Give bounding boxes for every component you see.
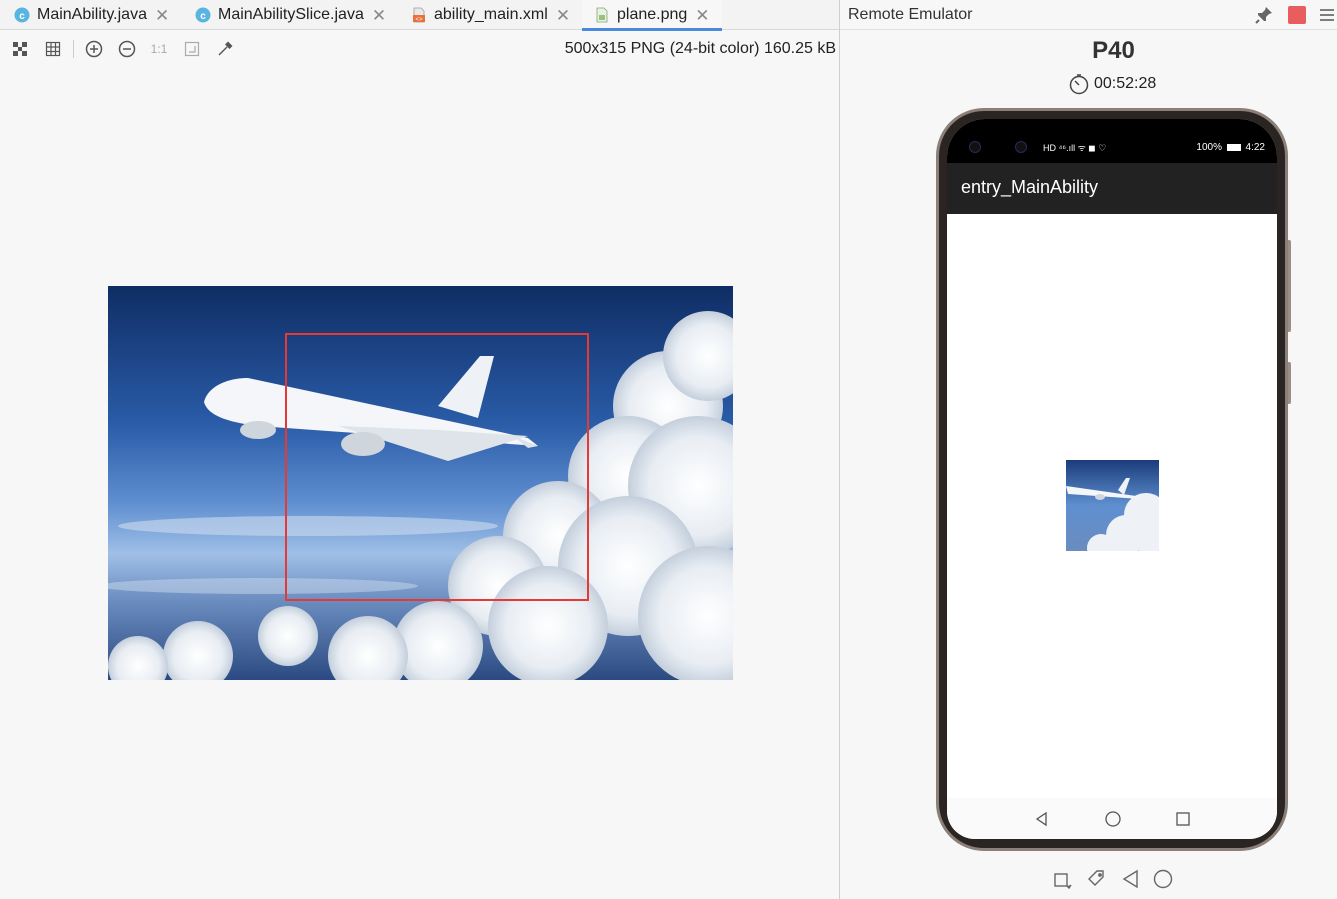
status-time: 4:22: [1245, 142, 1265, 153]
tab-label: MainAbilitySlice.java: [218, 6, 364, 23]
toolbar-divider: [73, 40, 74, 58]
phone-screen[interactable]: HD ⁴⁶.ıll ᯤ ◼ ♡ 100% 4:22 entry_MainAbil…: [947, 119, 1277, 839]
tab-mainability-java[interactable]: c MainAbility.java ✕: [14, 0, 169, 30]
timer-icon: [1068, 73, 1090, 95]
image-canvas: [0, 67, 839, 899]
emulator-title-bar: Remote Emulator: [840, 0, 1337, 30]
panel-title: Remote Emulator: [848, 6, 973, 23]
cropped-plane-image: [1066, 460, 1159, 551]
status-right: 100% 4:22: [1196, 142, 1265, 153]
phone-frame: HD ⁴⁶.ıll ᯤ ◼ ♡ 100% 4:22 entry_MainAbil…: [936, 108, 1288, 851]
app-bar: entry_MainAbility: [947, 163, 1277, 214]
timer-value: 00:52:28: [1094, 75, 1157, 92]
battery-level: 100%: [1196, 142, 1222, 153]
device-back-icon[interactable]: [1120, 868, 1142, 890]
remote-emulator-panel: Remote Emulator P40 00:52:28 HD ⁴⁶.ıll ᯤ…: [840, 0, 1337, 899]
fit-zoom-icon[interactable]: [10, 39, 30, 59]
actual-size-button[interactable]: 1:1: [149, 39, 169, 59]
svg-text:c: c: [200, 11, 206, 22]
close-icon[interactable]: ✕: [556, 7, 570, 24]
tab-mainabilityslice-java[interactable]: c MainAbilitySlice.java ✕: [195, 0, 386, 30]
back-icon[interactable]: [1033, 810, 1051, 828]
stop-icon[interactable]: [1288, 6, 1306, 24]
close-icon[interactable]: ✕: [695, 7, 709, 24]
grid-icon[interactable]: [43, 39, 63, 59]
image-toolbar: 1:1 500x315 PNG (24-bit color) 160.25 kB: [0, 31, 839, 67]
status-icons: HD ⁴⁶.ıll ᯤ ◼ ♡: [1043, 143, 1107, 153]
pin-icon[interactable]: [1254, 5, 1274, 25]
recents-icon[interactable]: [1174, 810, 1192, 828]
image-info-text: 500x315 PNG (24-bit color) 160.25 kB: [564, 40, 836, 57]
color-picker-icon[interactable]: [215, 39, 235, 59]
plane-image: [108, 286, 733, 680]
tab-label: MainAbility.java: [37, 6, 147, 23]
tab-plane-png[interactable]: plane.png ✕: [582, 0, 722, 31]
close-icon[interactable]: ✕: [155, 7, 169, 24]
rotate-icon[interactable]: [1052, 868, 1074, 890]
svg-text:c: c: [19, 11, 25, 22]
more-icon[interactable]: [1317, 5, 1337, 25]
device-name: P40: [1092, 37, 1135, 64]
selection-rectangle[interactable]: [285, 333, 589, 601]
zoom-out-icon[interactable]: [117, 39, 137, 59]
device-home-icon[interactable]: [1152, 868, 1174, 890]
app-title: entry_MainAbility: [961, 177, 1099, 197]
camera-icon: [969, 141, 981, 153]
session-timer: 00:52:28: [1068, 73, 1156, 95]
image-file-icon: [594, 7, 610, 23]
emulator-controls: [1052, 868, 1192, 892]
home-icon[interactable]: [1104, 810, 1122, 828]
xml-file-icon: <>: [411, 7, 427, 23]
zoom-in-icon[interactable]: [84, 39, 104, 59]
tab-label: plane.png: [617, 6, 688, 23]
ide-window: c MainAbility.java ✕ c MainAbilitySlice.…: [0, 0, 1337, 899]
tab-label: ability_main.xml: [434, 6, 548, 23]
battery-icon: [1226, 143, 1241, 151]
image-editor-pane: c MainAbility.java ✕ c MainAbilitySlice.…: [0, 0, 839, 899]
java-class-icon: c: [195, 7, 211, 23]
java-class-icon: c: [14, 7, 30, 23]
camera-icon: [1015, 141, 1027, 153]
close-icon[interactable]: ✕: [372, 7, 386, 24]
editor-tab-bar: c MainAbility.java ✕ c MainAbilitySlice.…: [0, 0, 839, 31]
fit-window-icon[interactable]: [182, 39, 202, 59]
tag-icon[interactable]: [1086, 868, 1108, 890]
status-bar: HD ⁴⁶.ıll ᯤ ◼ ♡ 100% 4:22: [947, 119, 1277, 163]
app-content: [947, 214, 1277, 798]
tab-ability-main-xml[interactable]: <> ability_main.xml ✕: [411, 0, 570, 30]
navigation-bar: [947, 798, 1277, 839]
svg-text:<>: <>: [415, 17, 423, 23]
